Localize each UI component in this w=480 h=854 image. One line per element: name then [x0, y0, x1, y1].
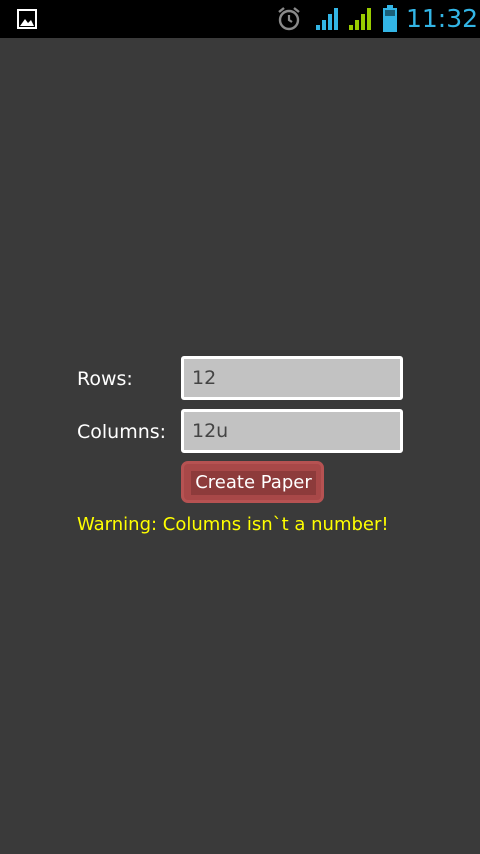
columns-input[interactable]: [181, 409, 403, 453]
rows-input[interactable]: [181, 356, 403, 400]
paper-form: Rows: Columns: Create Paper Warning: Col…: [0, 0, 480, 854]
create-paper-button[interactable]: Create Paper: [181, 461, 324, 503]
columns-label: Columns:: [77, 421, 167, 443]
rows-label: Rows:: [77, 368, 133, 390]
warning-message: Warning: Columns isn`t a number!: [77, 514, 389, 535]
create-paper-button-label: Create Paper: [191, 471, 316, 495]
